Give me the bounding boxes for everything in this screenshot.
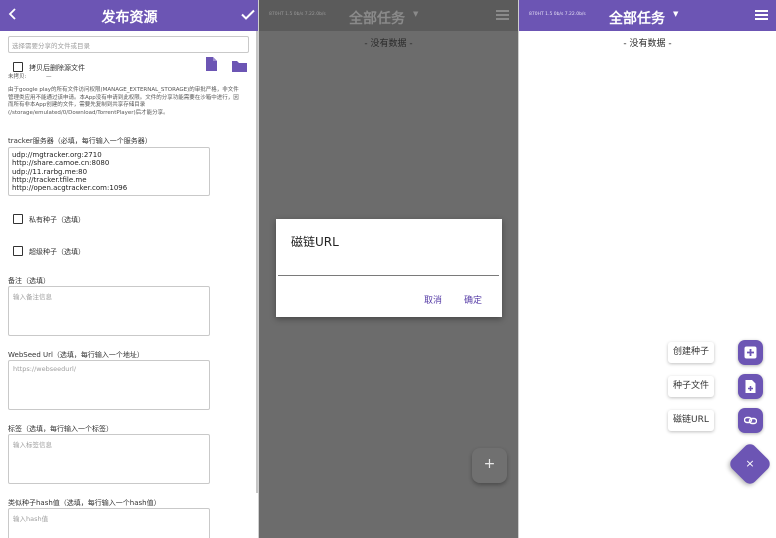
file-icon[interactable] [206,56,217,75]
link-icon[interactable] [738,408,763,433]
empty-state-text: - 没有数据 - [623,39,672,49]
webseed-label: WebSeed Url（选填，每行输入一个地址） [8,351,144,359]
tracker-textarea[interactable]: udp://mgtracker.org:2710 http://share.ca… [8,147,210,196]
super-seed-checkbox[interactable] [13,246,23,256]
tracker-line: http://open.acgtracker.com:1096 [12,184,128,193]
add-box-icon[interactable] [738,340,763,365]
menu-icon[interactable] [496,10,509,20]
file-select-placeholder: 选择需要分享的文件或目录 [12,42,90,50]
tracker-line: http://share.camoe.cn:8080 [12,159,110,168]
status-text: 870HT 1.5 0b/s 7.22.0b/s [529,12,586,17]
file-select-input[interactable]: 选择需要分享的文件或目录 [8,36,249,53]
hash-input[interactable]: 输入hash值 [8,508,210,538]
remark-input[interactable]: 输入备注信息 [8,286,210,336]
torrent-file-label[interactable]: 种子文件 [668,376,715,397]
not-copied-value: — [46,74,52,80]
webseed-placeholder: https://webseedurl/ [13,365,77,373]
add-fab[interactable]: + [472,448,507,483]
private-checkbox[interactable] [13,214,23,224]
status-text: 870HT 1.5 0b/s 7.22.0b/s [269,12,326,17]
tasks-title[interactable]: 全部任务 [349,8,405,28]
create-torrent-label[interactable]: 创建种子 [668,342,715,363]
remark-placeholder: 输入备注信息 [13,293,52,301]
tags-placeholder: 输入标签信息 [13,441,52,449]
cancel-button[interactable]: 取消 [424,293,442,306]
hash-placeholder: 输入hash值 [13,515,49,523]
tracker-line: udp://11.rarbg.me:80 [12,167,88,176]
magnet-dialog-screen: 870HT 1.5 0b/s 7.22.0b/s 全部任务 ▼ - 没有数据 -… [259,0,518,538]
super-seed-label: 超级种子（选填） [29,248,85,256]
check-icon[interactable] [241,6,255,24]
folder-icon[interactable] [232,57,247,76]
tasks-title[interactable]: 全部任务 [609,8,665,28]
tasks-app-bar-dimmed: 870HT 1.5 0b/s 7.22.0b/s 全部任务 ▼ [259,0,518,31]
tracker-line: http://tracker.tfile.me [12,175,87,184]
fab-menu-screen: 870HT 1.5 0b/s 7.22.0b/s 全部任务 ▼ - 没有数据 -… [519,0,776,538]
tasks-app-bar: 870HT 1.5 0b/s 7.22.0b/s 全部任务 ▼ [519,0,776,31]
tracker-label: tracker服务器（必填，每行输入一个服务器） [8,137,152,145]
tags-input[interactable]: 输入标签信息 [8,434,210,484]
sandbox-notice: 由于google play的所有文件访问权限(MANAGE_EXTERNAL_S… [8,87,239,116]
publish-screen: 发布资源 选择需要分享的文件或目录 拷贝后删除源文件 未拷贝: — 由于goog… [0,0,259,538]
menu-icon[interactable] [755,10,768,20]
webseed-input[interactable]: https://webseedurl/ [8,360,210,410]
publish-form: 选择需要分享的文件或目录 拷贝后删除源文件 未拷贝: — 由于google pl… [0,31,259,538]
ok-button[interactable]: 确定 [464,293,482,306]
tags-label: 标签（选填，每行输入一个标签） [8,425,113,433]
not-copied-label: 未拷贝: [8,74,27,80]
magnet-url-input[interactable] [278,275,499,276]
tracker-line: udp://mgtracker.org:2710 [12,151,102,159]
remark-label: 备注（选填） [8,277,50,285]
publish-app-bar: 发布资源 [0,0,259,31]
empty-state-text: - 没有数据 - [364,39,413,49]
copy-delete-label: 拷贝后删除源文件 [29,64,85,72]
close-icon[interactable]: × [734,448,766,480]
magnet-url-dialog: 磁链URL 取消 确定 [276,219,502,317]
dropdown-arrow-icon[interactable]: ▼ [673,10,678,18]
copy-delete-checkbox[interactable] [13,62,23,72]
publish-title: 发布资源 [101,10,158,26]
file-add-icon[interactable] [738,374,763,399]
magnet-url-label[interactable]: 磁链URL [668,410,714,431]
hash-label: 类似种子hash值（选填，每行输入一个hash值） [8,499,161,507]
private-label: 私有种子（选填） [29,216,85,224]
dialog-title: 磁链URL [291,235,339,249]
dropdown-arrow-icon[interactable]: ▼ [413,10,418,18]
